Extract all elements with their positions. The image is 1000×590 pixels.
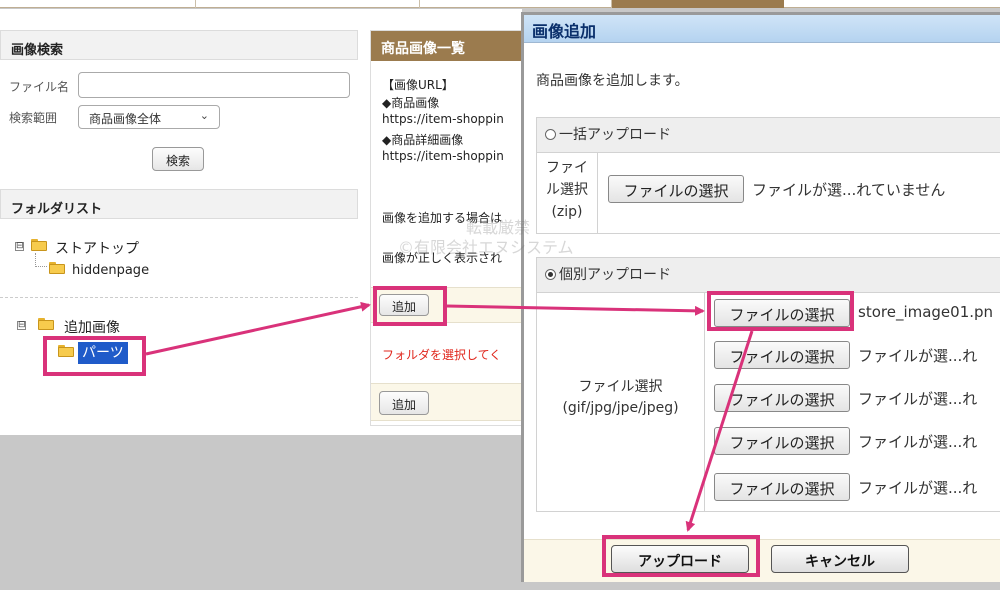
arrow-to-add-button: [145, 301, 371, 356]
instruction-arrows: [145, 301, 754, 532]
arrow-to-upload: [685, 330, 754, 532]
arrow-to-file-select: [446, 304, 705, 316]
